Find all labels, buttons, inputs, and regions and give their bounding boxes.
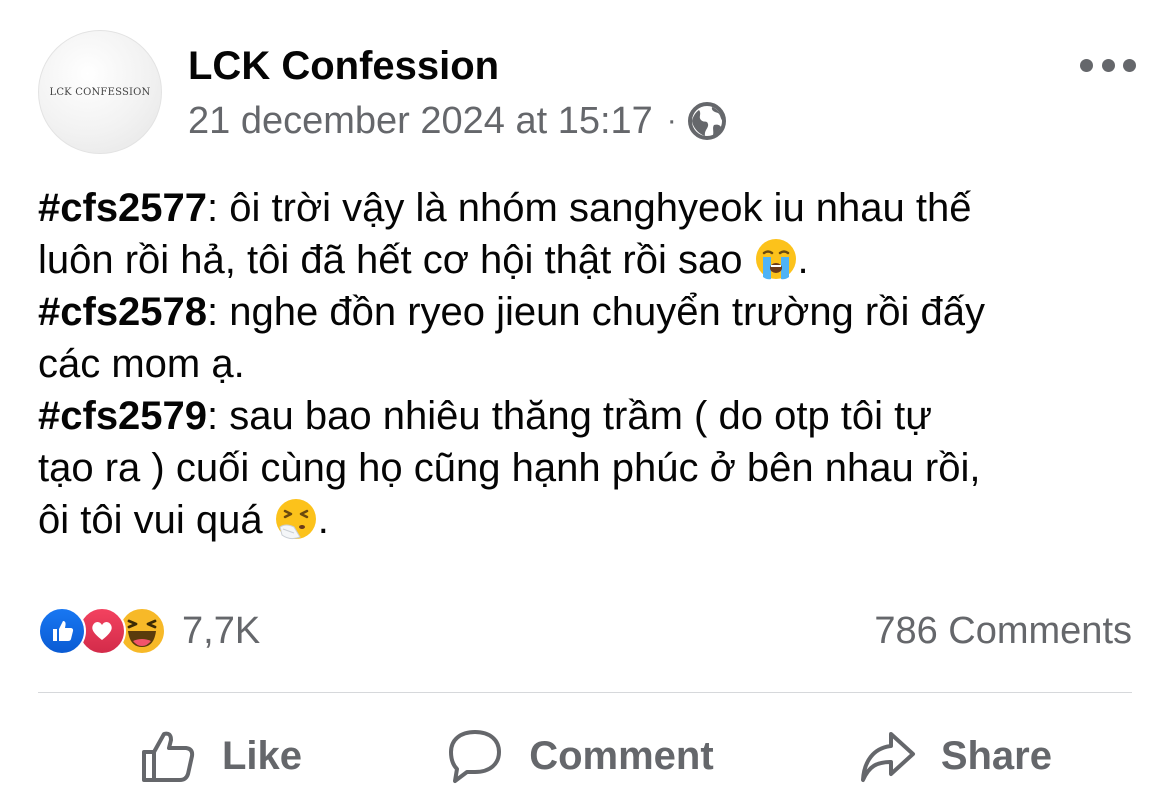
reaction-count: 7,7K [182, 609, 261, 652]
post-line: luôn rồi hả, tôi đã hết cơ hội thật rồi … [38, 234, 1138, 286]
post-line: các mom ạ. [38, 338, 1138, 390]
post-line: #cfs2578: nghe đồn ryeo jieun chuyển trư… [38, 286, 1138, 338]
meta-separator: · [666, 104, 677, 137]
more-options-dot [1101, 58, 1115, 72]
reactions-summary[interactable]: 7,7K [38, 606, 260, 656]
hashtag-link[interactable]: #cfs2577 [38, 186, 207, 230]
post-text: #cfs2577: ôi trời vậy là nhóm sanghyeok … [38, 182, 1138, 546]
like-button[interactable]: Like [138, 718, 302, 794]
post-line-text: luôn rồi hả, tôi đã hết cơ hội thật rồi … [38, 238, 754, 282]
globe-icon [687, 102, 726, 140]
post-action-bar: Like Comment Share [38, 718, 1132, 794]
thumbs-up-icon [142, 731, 195, 782]
more-options-dot [1080, 58, 1093, 72]
post-line-text: : ôi trời vậy là nhóm sanghyeok iu nhau … [207, 186, 972, 230]
page-name-link[interactable]: LCK Confession [188, 42, 499, 90]
like-label: Like [222, 733, 303, 778]
share-button[interactable]: Share [857, 718, 1052, 794]
comment-bubble-icon [449, 730, 502, 783]
avatar-logo-text: LCK CONFESSION [49, 86, 151, 98]
share-arrow-icon [860, 732, 915, 782]
post-line-text: tạo ra ) cuối cùng họ cũng hạnh phúc ở b… [38, 446, 981, 490]
more-options-button[interactable] [1080, 50, 1136, 80]
page-avatar[interactable]: LCK CONFESSION [38, 30, 162, 154]
hashtag-link[interactable]: #cfs2579 [38, 394, 207, 438]
post-line-text: : sau bao nhiêu thăng trầm ( do otp tôi … [207, 394, 933, 438]
comments-count-link[interactable]: 786 Comments [874, 606, 1132, 656]
comment-button[interactable]: Comment [445, 718, 714, 794]
hashtag-link[interactable]: #cfs2578 [38, 290, 207, 334]
sneezing-face-emoji [275, 499, 316, 540]
like-reaction-icon [38, 607, 86, 655]
post-line: ôi tôi vui quá . [38, 494, 1138, 546]
post-line-text: : nghe đồn ryeo jieun chuyển trường rồi … [207, 290, 985, 334]
post-timestamp[interactable]: 21 december 2024 at 15:17 [188, 100, 653, 143]
share-label: Share [940, 733, 1052, 778]
loudly-crying-face-emoji [755, 239, 796, 280]
divider [38, 692, 1132, 693]
post-line-punctuation: . [317, 498, 329, 542]
post-line-text: ôi tôi vui quá [38, 498, 274, 542]
post-line: #cfs2579: sau bao nhiêu thăng trầm ( do … [38, 390, 1138, 442]
post-line-text: các mom ạ. [38, 342, 245, 386]
facebook-post: LCK CONFESSION LCK Confession 21 decembe… [0, 0, 1170, 811]
comment-label: Comment [529, 733, 714, 778]
post-line: tạo ra ) cuối cùng họ cũng hạnh phúc ở b… [38, 442, 1138, 494]
post-line-punctuation: . [797, 238, 809, 282]
post-line: #cfs2577: ôi trời vậy là nhóm sanghyeok … [38, 182, 1138, 234]
post-meta: 21 december 2024 at 15:17 · [188, 98, 727, 144]
more-options-dot [1123, 58, 1136, 72]
